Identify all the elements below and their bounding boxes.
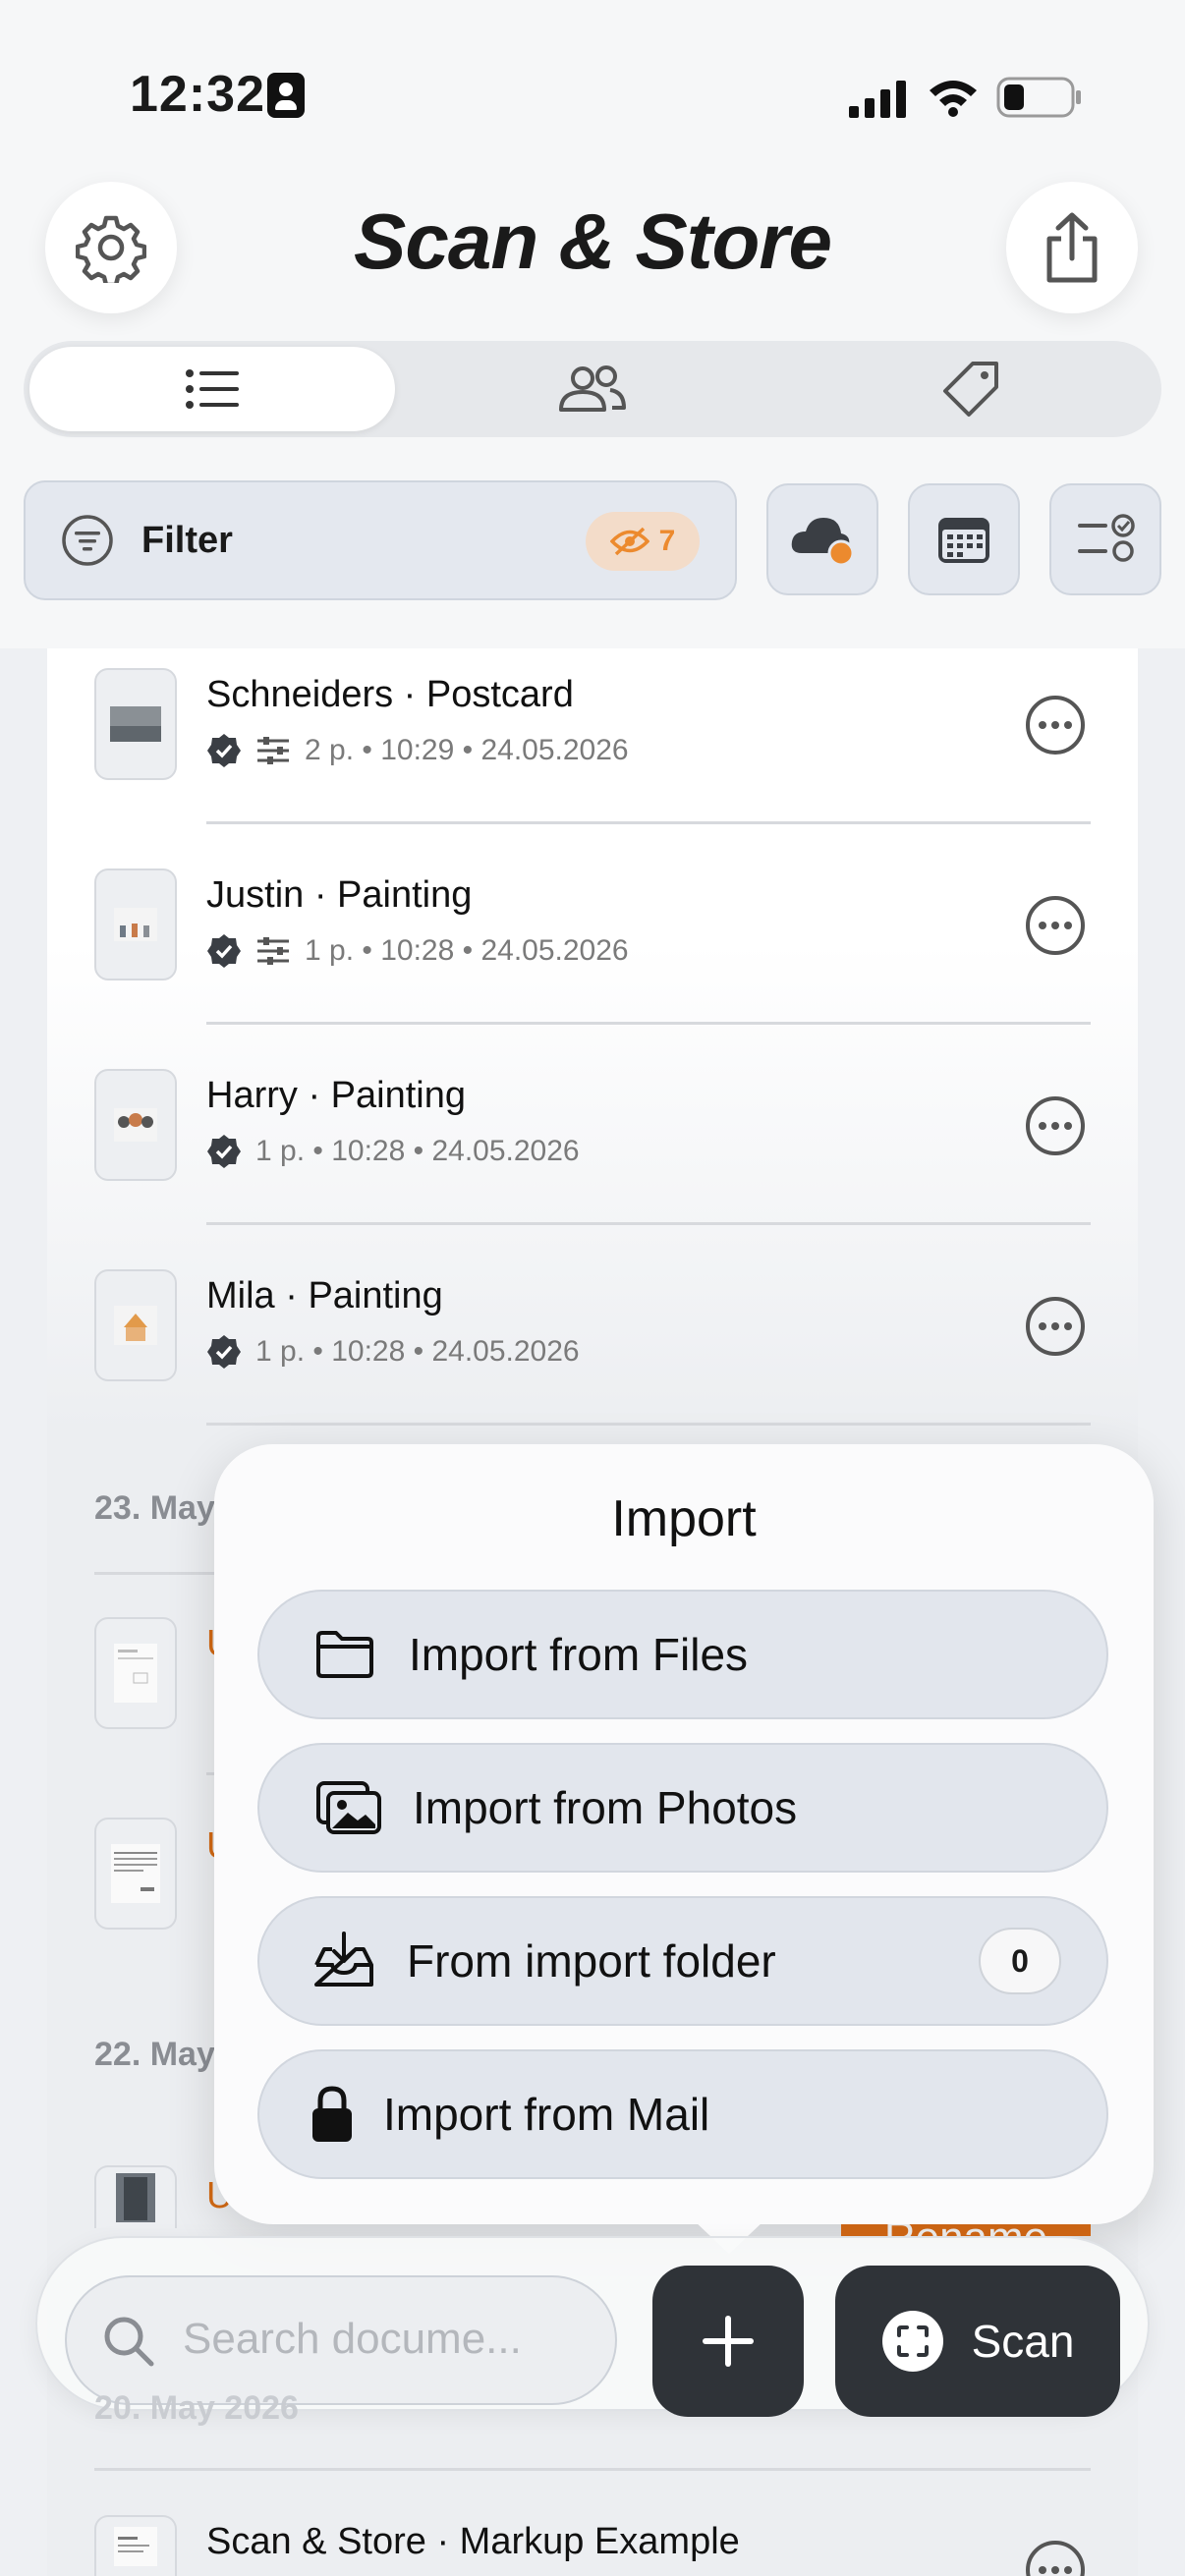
- row-divider: [94, 2468, 1091, 2471]
- cloud-icon: [791, 518, 855, 567]
- hidden-count: 7: [658, 525, 676, 557]
- settings-button[interactable]: [45, 182, 177, 313]
- add-button[interactable]: [652, 2266, 804, 2417]
- more-options-icon[interactable]: [1025, 895, 1086, 956]
- document-meta-text: 1 p. • 10:28 • 24.05.2026: [305, 934, 629, 967]
- import-popover-title: Import: [611, 1490, 757, 1547]
- document-title[interactable]: Justin · Painting: [206, 874, 472, 917]
- painting-thumbnail-icon: [114, 1108, 157, 1142]
- signal-icon: [849, 81, 906, 118]
- wifi-icon: [930, 81, 977, 117]
- search-icon: [104, 2317, 154, 2367]
- import-folder-label: From import folder: [407, 1935, 776, 1987]
- filter-label: Filter: [141, 520, 233, 561]
- share-icon: [1046, 212, 1098, 283]
- document-title[interactable]: Harry · Painting: [206, 1075, 466, 1117]
- document-title[interactable]: Schneiders · Postcard: [206, 674, 574, 716]
- document-thumbnail-icon: [114, 2527, 157, 2566]
- document-thumbnail-icon: [111, 1844, 160, 1903]
- hidden-items-badge[interactable]: 7: [586, 512, 700, 571]
- contact-card-icon: [267, 73, 305, 118]
- row-divider: [206, 1222, 1091, 1225]
- document-meta: 1 p. • 10:28 • 24.05.2026: [206, 1334, 580, 1370]
- import-from-files-button[interactable]: Import from Files: [257, 1590, 1108, 1719]
- photo-thumbnail-icon: [116, 2173, 155, 2222]
- more-options-icon[interactable]: [1025, 2540, 1086, 2576]
- status-time: 12:32: [130, 66, 265, 123]
- import-from-mail-label: Import from Mail: [383, 2089, 710, 2140]
- document-meta: 2 p. • 10:29 • 24.05.2026: [206, 733, 629, 768]
- document-meta: 1 p. • 10:28 • 24.05.2026: [206, 1134, 580, 1169]
- battery-icon: [996, 77, 1081, 118]
- people-icon: [559, 365, 626, 412]
- lock-icon: [312, 2086, 352, 2142]
- row-divider: [206, 821, 1091, 824]
- document-thumbnail[interactable]: [94, 868, 177, 980]
- section-header: 22. May: [94, 2036, 215, 2073]
- painting-thumbnail-icon: [114, 908, 157, 941]
- filter-icon: [62, 515, 113, 566]
- scan-button[interactable]: Scan: [835, 2266, 1120, 2417]
- document-thumbnail[interactable]: [94, 1818, 177, 1930]
- more-options-icon[interactable]: [1025, 1296, 1086, 1357]
- document-title[interactable]: Scan & Store · Markup Example: [206, 2521, 740, 2563]
- verified-badge-icon: [207, 934, 241, 968]
- section-header: 23. May: [94, 1489, 215, 1527]
- import-from-photos-label: Import from Photos: [413, 1782, 798, 1833]
- import-folder-button[interactable]: From import folder 0: [257, 1896, 1108, 2026]
- document-thumbnail-icon: [114, 1644, 157, 1703]
- scan-viewfinder-icon: [881, 2311, 943, 2372]
- view-options-button[interactable]: [1049, 483, 1161, 595]
- share-button[interactable]: [1006, 182, 1138, 313]
- calendar-button[interactable]: [908, 483, 1020, 595]
- document-thumbnail[interactable]: [94, 1069, 177, 1181]
- search-input[interactable]: [183, 2307, 595, 2372]
- tab-list[interactable]: [29, 347, 395, 431]
- verified-badge-icon: [207, 1135, 241, 1168]
- postcard-thumbnail-icon: [110, 706, 161, 742]
- document-meta-text: 2 p. • 10:29 • 24.05.2026: [305, 734, 629, 766]
- plus-icon: [703, 2316, 754, 2367]
- list-icon: [186, 369, 239, 409]
- import-from-mail-button[interactable]: Import from Mail: [257, 2049, 1108, 2179]
- eye-slash-icon: [609, 527, 649, 556]
- import-folder-count-badge: 0: [979, 1928, 1061, 1994]
- row-divider: [206, 1022, 1091, 1025]
- document-meta-text: 1 p. • 10:28 • 24.05.2026: [255, 1335, 580, 1368]
- tab-tags[interactable]: [786, 347, 1156, 431]
- import-from-files-label: Import from Files: [409, 1629, 749, 1680]
- document-thumbnail[interactable]: [94, 2515, 177, 2576]
- app-title: Scan & Store: [354, 197, 832, 285]
- document-meta-text: 1 p. • 10:28 • 24.05.2026: [255, 1135, 580, 1167]
- painting-thumbnail-icon: [114, 1306, 157, 1345]
- gear-icon: [76, 215, 146, 283]
- verified-badge-icon: [207, 1335, 241, 1369]
- more-options-icon[interactable]: [1025, 695, 1086, 756]
- tab-people[interactable]: [403, 347, 782, 431]
- folder-icon: [316, 1631, 373, 1678]
- adjustments-icon: [257, 737, 289, 764]
- document-title[interactable]: Mila · Painting: [206, 1275, 443, 1317]
- more-options-icon[interactable]: [1025, 1095, 1086, 1156]
- document-meta: 1 p. • 10:28 • 24.05.2026: [206, 933, 629, 969]
- tag-icon: [943, 362, 998, 417]
- calendar-icon: [938, 518, 989, 563]
- import-from-photos-button[interactable]: Import from Photos: [257, 1743, 1108, 1873]
- document-thumbnail[interactable]: [94, 1617, 177, 1729]
- row-divider: [94, 1572, 222, 1575]
- document-thumbnail[interactable]: [94, 668, 177, 780]
- list-settings-icon: [1078, 514, 1135, 562]
- photos-icon: [316, 1781, 381, 1834]
- document-thumbnail[interactable]: [94, 1269, 177, 1381]
- document-thumbnail[interactable]: [94, 2165, 177, 2228]
- adjustments-icon: [257, 937, 289, 965]
- row-divider: [206, 1423, 1091, 1426]
- verified-badge-icon: [207, 734, 241, 767]
- scan-label: Scan: [971, 2316, 1075, 2367]
- cloud-sync-button[interactable]: [766, 483, 878, 595]
- inbox-download-icon: [314, 1932, 373, 1987]
- section-header: 20. May 2026: [94, 2389, 299, 2427]
